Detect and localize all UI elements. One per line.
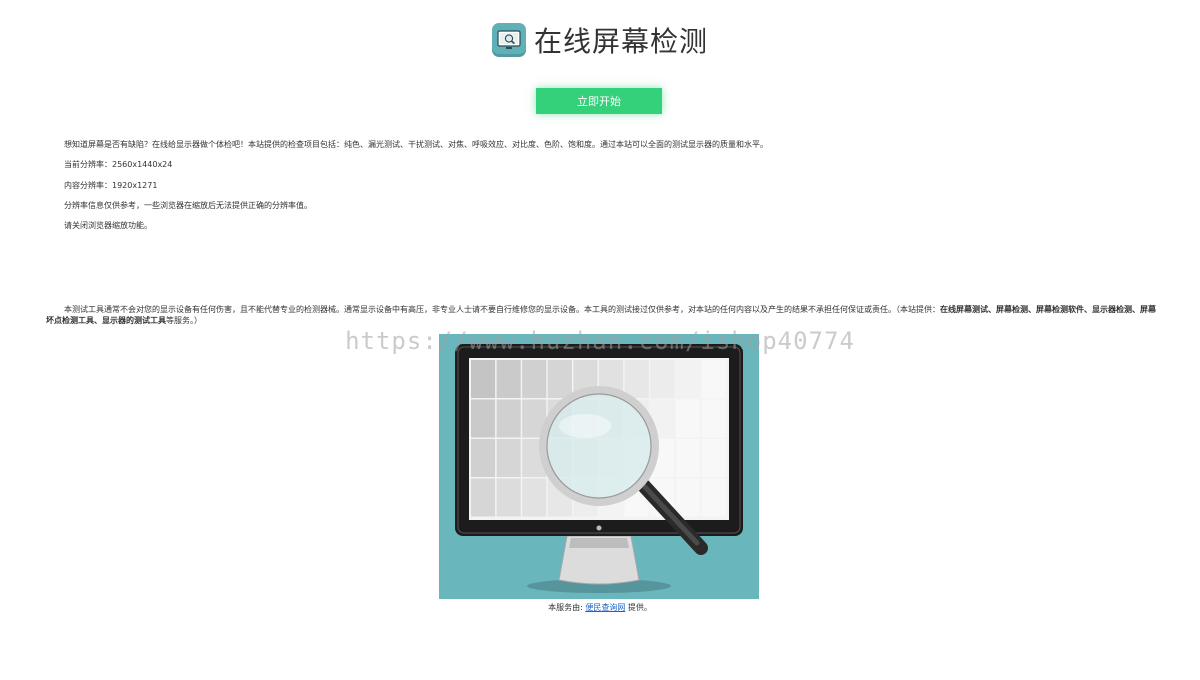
test-cell — [701, 399, 726, 438]
page-header: 在线屏幕检测 — [0, 18, 1200, 62]
test-cell — [496, 360, 521, 398]
monitor-magnifier-icon — [491, 23, 526, 57]
test-cell — [522, 360, 547, 398]
disclaimer-suffix: 等服务。） — [166, 316, 202, 325]
test-cell — [496, 478, 521, 517]
test-cell — [675, 360, 700, 398]
test-cell — [522, 478, 547, 517]
footer-link[interactable]: 便民查询网 — [585, 603, 625, 612]
zoom-note: 请关闭浏览器缩放功能。 — [64, 221, 152, 230]
test-cell — [650, 360, 675, 398]
monitor-magnifier-graphic — [455, 344, 743, 593]
disclaimer-text: 本测试工具通常不会对您的显示设备有任何伤害，且不能代替专业的检测器械。通常显示设… — [64, 305, 940, 314]
current-resolution: 当前分辨率：2560x1440x24 — [64, 160, 173, 169]
disclaimer: 本测试工具通常不会对您的显示设备有任何伤害，且不能代替专业的检测器械。通常显示设… — [46, 304, 1156, 326]
test-cell — [701, 478, 726, 517]
test-cell — [701, 439, 726, 477]
footer-suffix: 提供。 — [625, 603, 652, 612]
footer-prefix: 本服务由: — [548, 603, 583, 612]
test-cell — [496, 399, 521, 438]
test-cell — [471, 439, 496, 477]
test-cell — [547, 360, 572, 398]
test-cell — [675, 399, 700, 438]
resolution-note: 分辨率信息仅供参考，一些浏览器在缩放后无法提供正确的分辨率值。 — [64, 201, 312, 210]
monitor-illustration — [439, 334, 759, 599]
test-cell — [471, 360, 496, 398]
test-cell — [496, 439, 521, 477]
test-cell — [701, 360, 726, 398]
start-button[interactable]: 立即开始 — [536, 88, 662, 114]
content-resolution: 内容分辨率：1920x1271 — [64, 181, 158, 190]
test-cell — [471, 399, 496, 438]
footer: 本服务由: 便民查询网 提供。 — [0, 602, 1200, 613]
test-cell — [675, 478, 700, 517]
test-cell — [675, 439, 700, 477]
test-cell — [624, 360, 649, 398]
site-title: 在线屏幕检测 — [533, 25, 708, 58]
test-cell — [471, 478, 496, 517]
intro-text: 想知道屏幕是否有缺陷？在线给显示器做个体检吧！本站提供的检查项目包括：纯色、漏光… — [64, 140, 768, 149]
